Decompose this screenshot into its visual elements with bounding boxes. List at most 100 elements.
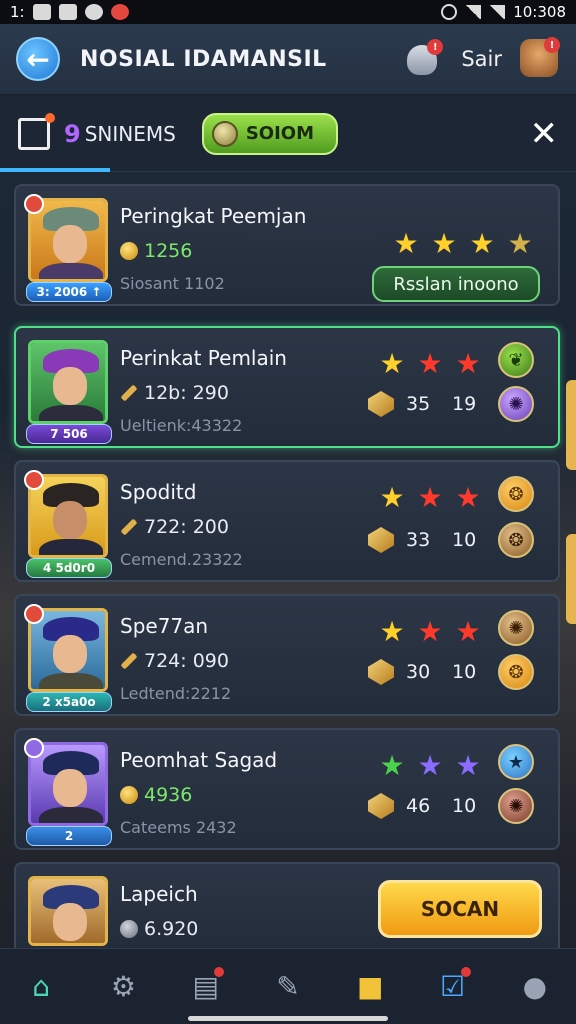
- player-name: Lapeich: [120, 882, 198, 906]
- star-icon: ★: [417, 347, 443, 380]
- secondary-count: 10: [452, 795, 477, 817]
- player-score: 12b: 290: [120, 382, 229, 404]
- resource-row: 30 10 ❂: [368, 654, 534, 690]
- sair-link[interactable]: Sair: [461, 47, 502, 71]
- tab-count: 9: [64, 119, 81, 148]
- arrow-left-icon: ←: [26, 42, 50, 76]
- coin-icon: [120, 786, 138, 804]
- gem-icon: [368, 659, 394, 685]
- score-value: 6.920: [144, 918, 199, 940]
- mail-icon[interactable]: ▤: [184, 965, 228, 1009]
- tab-pill-button[interactable]: SOIOM: [201, 112, 338, 155]
- pen-icon: [120, 518, 138, 536]
- card-action-button[interactable]: Rsslan inoono: [372, 266, 540, 302]
- player-score: 1256: [120, 240, 192, 262]
- star-icon: ★: [469, 227, 495, 260]
- player-score: 722: 200: [120, 516, 229, 538]
- emblem-badge-icon[interactable]: ✺: [498, 610, 534, 646]
- chat-icon: [84, 4, 103, 20]
- back-button[interactable]: ←: [16, 37, 60, 81]
- star-rating: ★ ★ ★: [378, 350, 482, 378]
- list-item[interactable]: Lapeich 6.920 SOCAN: [14, 862, 560, 948]
- star-icon: ★: [455, 481, 481, 514]
- checklist-icon[interactable]: [18, 112, 55, 150]
- gear-icon[interactable]: ⚙: [101, 965, 145, 1009]
- trophy-badge-icon[interactable]: ✺: [498, 386, 534, 422]
- player-portrait: [28, 876, 108, 946]
- pen-icon[interactable]: ✎: [266, 965, 310, 1009]
- flame-badge-icon[interactable]: ❂: [498, 476, 534, 512]
- score-value: 724: 090: [144, 650, 229, 672]
- tab-bar: 9 SNINEMS SOIOM ✕: [0, 96, 576, 172]
- tab-active-indicator: [0, 168, 110, 172]
- score-value: 1256: [144, 240, 193, 262]
- secondary-count: 10: [452, 529, 477, 551]
- gem-icon: [368, 793, 394, 819]
- star-icon: ★: [507, 227, 533, 260]
- secondary-count: 10: [452, 661, 477, 683]
- list-item[interactable]: 3: 2006 ↑ Peringkat Peemjan 1256 Siosant…: [14, 184, 560, 306]
- notifications-button[interactable]: !: [407, 39, 444, 77]
- player-subtext: Siosant 1102: [120, 274, 225, 293]
- star-icon: ★: [455, 749, 481, 782]
- score-value: 12b: 290: [144, 382, 229, 404]
- home-icon[interactable]: ⌂: [19, 965, 63, 1009]
- profile-avatar-button[interactable]: !: [520, 37, 560, 79]
- tab-pill-label: SOIOM: [245, 123, 314, 144]
- shop-icon[interactable]: ■: [348, 965, 392, 1009]
- card-action-button[interactable]: SOCAN: [378, 880, 542, 938]
- gem-icon: [368, 527, 394, 553]
- flame-badge-icon[interactable]: ❂: [498, 654, 534, 690]
- coin-icon: [120, 920, 138, 938]
- gem-count: 35: [406, 393, 431, 415]
- rank-icon: [24, 194, 44, 214]
- profile-icon[interactable]: ●: [513, 965, 557, 1009]
- player-name: Spoditd: [120, 480, 197, 504]
- bottom-nav: ⌂ ⚙ ▤ ✎ ■ ☑ ●: [0, 948, 576, 1024]
- close-icon: ✕: [529, 113, 559, 154]
- list-item[interactable]: 7 506 Perinkat Pemlain 12b: 290 Ueltienk…: [14, 326, 560, 448]
- resource-row: 46 10 ✺: [368, 788, 534, 824]
- signal-icon: [489, 5, 506, 19]
- resource-row: 35 19 ✺: [368, 386, 534, 422]
- player-name: Peomhat Sagad: [120, 748, 278, 772]
- list-item[interactable]: 2 x5a0o Spe77an 724: 090 Ledtend:2212 ★ …: [14, 594, 560, 716]
- score-value: 4936: [144, 784, 193, 806]
- scroll-handle[interactable]: [566, 380, 576, 470]
- list-item[interactable]: 4 5d0r0 Spoditd 722: 200 Cemend.23322 ★ …: [14, 460, 560, 582]
- emblem-badge-icon[interactable]: ✺: [498, 788, 534, 824]
- star-icon: ★: [417, 481, 443, 514]
- leaf-badge-icon[interactable]: ❦: [498, 342, 534, 378]
- rank-icon: [24, 738, 44, 758]
- player-subtext: Ueltienk:43322: [120, 416, 243, 435]
- star-icon: ★: [431, 227, 457, 260]
- list-item[interactable]: 2 Peomhat Sagad 4936 Cateems 2432 ★ ★ ★ …: [14, 728, 560, 850]
- header: ← NOSIAL IDAMANSIL ! Sair !: [0, 24, 576, 96]
- player-name: Peringkat Peemjan: [120, 204, 307, 228]
- star-rating: ★ ★ ★: [378, 752, 482, 780]
- page-title: NOSIAL IDAMANSIL: [80, 46, 327, 72]
- rank-icon: [24, 470, 44, 490]
- star-badge-icon[interactable]: ★: [498, 744, 534, 780]
- close-button[interactable]: ✕: [530, 114, 559, 154]
- alarm-icon: [441, 4, 458, 20]
- star-rating: ★ ★ ★: [378, 618, 482, 646]
- home-indicator: [188, 1016, 388, 1021]
- player-name: Perinkat Pemlain: [120, 346, 287, 370]
- gem-icon: [368, 391, 394, 417]
- notification-badge: !: [427, 39, 444, 55]
- quests-icon[interactable]: ☑: [431, 965, 475, 1009]
- gem-count: 30: [406, 661, 431, 683]
- emblem-badge-icon[interactable]: ❂: [498, 522, 534, 558]
- scroll-handle[interactable]: [566, 534, 576, 624]
- tab-label[interactable]: 9 SNINEMS: [64, 120, 176, 148]
- star-icon: ★: [379, 347, 405, 380]
- status-bar: 1: 10:308: [0, 0, 576, 24]
- wifi-icon: [465, 5, 482, 19]
- coin-icon: [211, 120, 238, 147]
- gem-count: 46: [406, 795, 431, 817]
- secondary-count: 19: [452, 393, 477, 415]
- coin-icon: [120, 242, 138, 260]
- notification-icon: [32, 4, 51, 20]
- resource-row: 33 10 ❂: [368, 522, 534, 558]
